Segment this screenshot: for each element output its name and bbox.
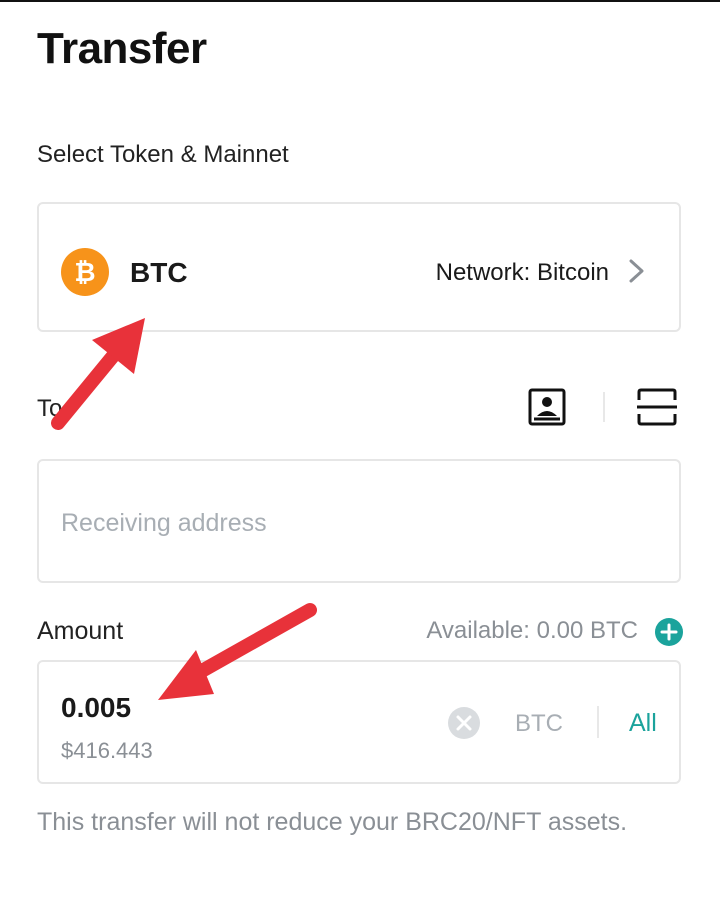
amount-input[interactable]: 0.005 xyxy=(61,692,131,724)
network-label: Network: Bitcoin xyxy=(435,259,609,286)
amount-unit: BTC xyxy=(515,710,563,737)
token-section-label: Select Token & Mainnet xyxy=(37,141,289,168)
amount-divider xyxy=(597,706,599,738)
token-symbol: BTC xyxy=(130,257,188,288)
address-field-container[interactable] xyxy=(37,459,681,583)
all-button[interactable]: All xyxy=(629,709,657,738)
scan-icon[interactable] xyxy=(637,388,677,426)
contacts-book-icon[interactable] xyxy=(528,388,566,426)
page-title: Transfer xyxy=(37,24,207,73)
bitcoin-glyph: ₿ xyxy=(74,257,96,288)
receiving-address-input[interactable] xyxy=(61,501,651,545)
amount-label: Amount xyxy=(37,617,124,645)
add-funds-icon[interactable] xyxy=(654,617,684,647)
amount-field-container[interactable]: 0.005 $416.443 BTC All xyxy=(37,660,681,784)
bitcoin-icon: ₿ xyxy=(61,248,109,296)
to-label: To xyxy=(37,395,63,422)
clear-icon[interactable] xyxy=(447,706,481,740)
available-balance: Available: 0.00 BTC xyxy=(426,617,638,644)
fiat-equivalent: $416.443 xyxy=(61,738,153,763)
arrow-to-token xyxy=(51,318,145,430)
transfer-notice: This transfer will not reduce your BRC20… xyxy=(37,808,628,836)
icon-divider xyxy=(603,392,605,422)
top-divider xyxy=(0,0,720,2)
token-selector[interactable]: ₿ BTC Network: Bitcoin xyxy=(37,202,681,332)
chevron-right-icon xyxy=(629,259,644,283)
